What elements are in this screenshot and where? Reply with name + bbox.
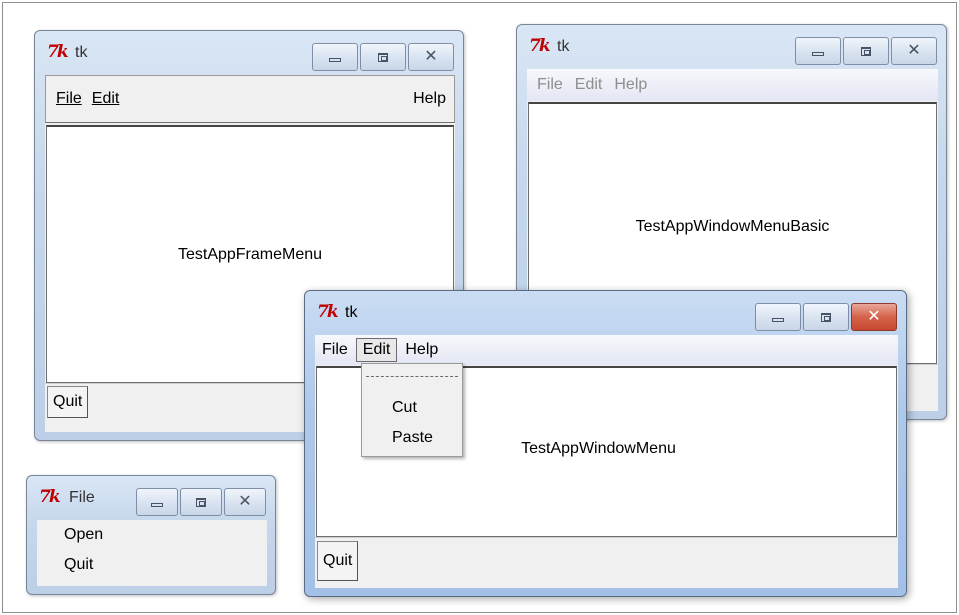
titlebar[interactable]: 7k tk ✕ bbox=[35, 31, 463, 75]
maximize-icon bbox=[821, 312, 831, 322]
close-button[interactable]: ✕ bbox=[224, 488, 266, 516]
caption-buttons: ✕ bbox=[310, 43, 454, 71]
client-area: Open Quit bbox=[37, 520, 267, 586]
minimize-icon bbox=[329, 58, 341, 62]
window-title: File bbox=[69, 489, 95, 506]
menu-file-label: File bbox=[56, 90, 82, 107]
menu-file[interactable]: File bbox=[46, 87, 88, 111]
close-button[interactable]: ✕ bbox=[408, 43, 454, 71]
window-title: tk bbox=[345, 304, 358, 321]
frame-menubar: File Edit Help bbox=[45, 75, 455, 123]
menu-edit-label: Edit bbox=[91, 90, 120, 107]
minimize-icon bbox=[772, 318, 784, 322]
menu-help[interactable]: Help bbox=[399, 338, 444, 362]
quit-button[interactable]: Quit bbox=[47, 386, 89, 418]
menu-item-paste[interactable]: Paste bbox=[392, 429, 433, 447]
caption-buttons: ✕ bbox=[753, 303, 897, 331]
maximize-button[interactable] bbox=[180, 488, 222, 516]
minimize-icon bbox=[151, 503, 163, 507]
caption-buttons: ✕ bbox=[793, 37, 937, 65]
menu-item-label: Cut bbox=[392, 399, 417, 416]
bottom-bar: Quit bbox=[315, 537, 898, 588]
close-button[interactable]: ✕ bbox=[851, 303, 897, 331]
menu-edit[interactable]: Edit bbox=[88, 87, 126, 111]
titlebar[interactable]: 7k tk ✕ bbox=[305, 291, 906, 333]
close-button[interactable]: ✕ bbox=[891, 37, 937, 65]
menu-file[interactable]: File bbox=[315, 338, 354, 362]
menu-help-label: Help bbox=[413, 90, 446, 107]
close-icon: ✕ bbox=[867, 308, 881, 325]
menu-item-quit[interactable]: Quit bbox=[64, 556, 93, 574]
tk-feather-icon: 7k bbox=[317, 302, 339, 322]
menu-file[interactable]: File bbox=[527, 73, 569, 97]
close-icon: ✕ bbox=[424, 48, 438, 65]
window-title: tk bbox=[75, 44, 88, 61]
menu-item-open[interactable]: Open bbox=[64, 526, 103, 544]
menu-item-label: Paste bbox=[392, 429, 433, 446]
menu-edit[interactable]: Edit bbox=[355, 338, 398, 362]
maximize-button[interactable] bbox=[360, 43, 406, 71]
tk-feather-icon: 7k bbox=[47, 42, 69, 62]
menu-help[interactable]: Help bbox=[407, 87, 454, 111]
maximize-icon bbox=[196, 497, 206, 507]
maximize-icon bbox=[861, 46, 871, 56]
menu-edit-label: Edit bbox=[574, 76, 603, 93]
titlebar[interactable]: 7k File ✕ bbox=[27, 476, 275, 518]
minimize-button[interactable] bbox=[755, 303, 801, 331]
content-label: TestAppWindowMenu bbox=[521, 440, 676, 457]
window-menubar: File Edit Help bbox=[315, 335, 898, 365]
tk-feather-icon: 7k bbox=[529, 36, 551, 56]
maximize-icon bbox=[378, 52, 388, 62]
titlebar[interactable]: 7k tk ✕ bbox=[517, 25, 946, 69]
close-icon: ✕ bbox=[238, 493, 252, 510]
menu-edit[interactable]: Edit bbox=[569, 73, 609, 97]
menu-item-cut[interactable]: Cut bbox=[392, 399, 417, 417]
content-label: TestAppFrameMenu bbox=[177, 245, 323, 263]
window-file-tearoff: 7k File ✕ Open Quit bbox=[26, 475, 276, 595]
menu-file-label: File bbox=[322, 341, 348, 358]
minimize-button[interactable] bbox=[136, 488, 178, 516]
minimize-icon bbox=[812, 52, 824, 56]
menu-edit-label: Edit bbox=[362, 341, 391, 358]
content-label: TestAppWindowMenuBasic bbox=[635, 218, 830, 235]
menu-file-label: File bbox=[537, 76, 563, 93]
window-title: tk bbox=[557, 38, 570, 55]
menu-help-label: Help bbox=[405, 341, 439, 358]
close-icon: ✕ bbox=[907, 42, 921, 59]
tearoff-line[interactable] bbox=[366, 376, 458, 377]
menu-help[interactable]: Help bbox=[608, 73, 653, 97]
minimize-button[interactable] bbox=[795, 37, 841, 65]
window-menubar: File Edit Help bbox=[527, 69, 938, 101]
menu-help-label: Help bbox=[614, 76, 648, 93]
maximize-button[interactable] bbox=[803, 303, 849, 331]
menu-item-label: Open bbox=[64, 526, 104, 543]
quit-button[interactable]: Quit bbox=[317, 541, 359, 581]
minimize-button[interactable] bbox=[312, 43, 358, 71]
menu-item-label: Quit bbox=[64, 556, 94, 573]
tk-feather-icon: 7k bbox=[39, 487, 61, 507]
caption-buttons: ✕ bbox=[134, 488, 266, 516]
maximize-button[interactable] bbox=[843, 37, 889, 65]
edit-dropdown-menu: Cut Paste bbox=[361, 363, 463, 457]
